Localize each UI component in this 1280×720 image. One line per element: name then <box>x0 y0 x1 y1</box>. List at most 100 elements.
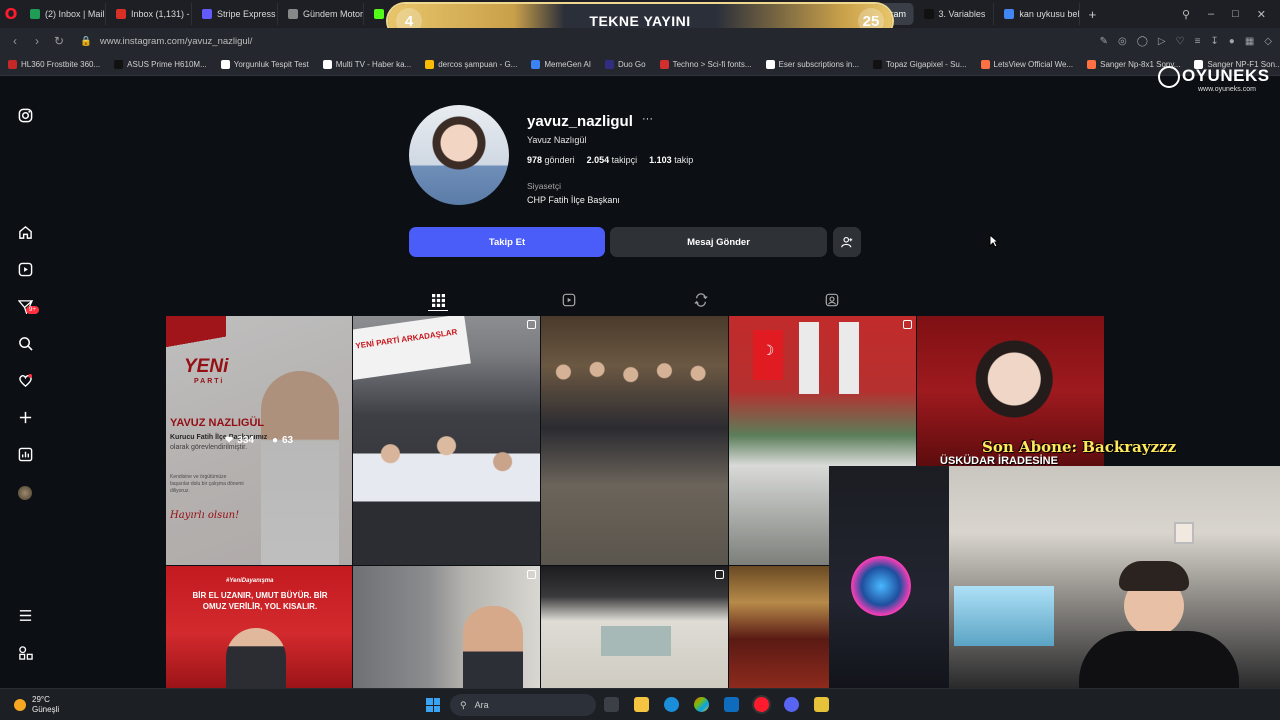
discord-icon[interactable] <box>784 697 799 712</box>
browser-tab[interactable]: Stripe Express <box>194 3 278 25</box>
create-plus-icon[interactable] <box>16 408 34 426</box>
bookmark-label: Techno > Sci-fi fonts... <box>672 60 752 69</box>
post-tile[interactable]: YENİ PARTİ ARKADAŞLAR <box>353 316 540 565</box>
task-view-icon[interactable] <box>604 697 619 712</box>
close-icon[interactable]: ✕ <box>1257 8 1266 21</box>
shield-icon[interactable]: ◯ <box>1137 36 1148 47</box>
tab-reposts-icon[interactable] <box>693 292 709 308</box>
posts-stat: 978 gönderi <box>527 155 575 165</box>
messages-badge: 9+ <box>26 306 39 314</box>
bookmark-item[interactable]: Techno > Sci-fi fonts... <box>659 60 752 69</box>
post-likes: ❤ 334 <box>224 435 254 446</box>
file-explorer-icon[interactable] <box>634 697 649 712</box>
bookmark-item[interactable]: ASUS Prime H610M... <box>114 60 207 69</box>
minimize-icon[interactable]: – <box>1208 8 1214 20</box>
download-icon[interactable]: ↧ <box>1210 36 1218 47</box>
url-field[interactable]: 🔒 www.instagram.com/yavuz_nazligul/ <box>80 36 252 47</box>
bookmark-label: Duo Go <box>618 60 646 69</box>
browser-tab[interactable]: Gündem Motoru <box>280 3 364 25</box>
taskbar-search[interactable]: ⚲ Ara <box>450 694 596 716</box>
weather-widget[interactable]: 29°C Güneşli <box>14 695 59 715</box>
play-icon[interactable]: ▷ <box>1158 36 1166 47</box>
browser-tab[interactable]: (2) Inbox | Mail | <box>22 3 106 25</box>
opera-menu-icon[interactable]: O <box>0 0 22 28</box>
bookmark-favicon-icon <box>1087 60 1097 69</box>
following-stat[interactable]: 1.103 takip <box>649 155 693 165</box>
browser-tab[interactable]: Inbox (1,131) - k <box>108 3 192 25</box>
reels-icon[interactable] <box>16 260 34 278</box>
bookmark-item[interactable]: dercos şampuan - G... <box>425 60 517 69</box>
search-icon: ⚲ <box>460 699 467 710</box>
more-menu-icon[interactable] <box>16 606 34 624</box>
profile-bio: CHP Fatih İlçe Başkanı <box>527 195 620 205</box>
last-subscriber-text: Son Abone: Backrayzzz <box>982 438 1177 456</box>
edge-icon[interactable] <box>664 697 679 712</box>
follow-button[interactable]: Takip Et <box>409 227 605 257</box>
reload-icon[interactable]: ↻ <box>48 34 70 48</box>
profile-icon[interactable]: ● <box>1229 36 1235 47</box>
tab-tagged-icon[interactable] <box>824 292 840 308</box>
back-icon[interactable]: ‹ <box>4 34 26 48</box>
bookmark-item[interactable]: Multi TV - Haber ka... <box>322 60 411 69</box>
followers-stat[interactable]: 2.054 takipçi <box>587 155 638 165</box>
post-tile[interactable] <box>541 566 728 688</box>
dashboard-icon[interactable] <box>16 445 34 463</box>
tab-label: (2) Inbox | Mail | <box>45 9 106 19</box>
new-tab-icon[interactable]: + <box>1080 7 1104 22</box>
bookmark-favicon-icon <box>531 60 541 69</box>
opera-taskbar-icon[interactable] <box>754 697 769 712</box>
copilot-icon[interactable] <box>694 697 709 712</box>
post-comments: ● 63 <box>271 435 294 446</box>
bookmark-label: LetsView Official We... <box>993 60 1074 69</box>
tab-posts-grid-icon[interactable] <box>430 292 446 308</box>
carousel-icon <box>903 320 912 329</box>
post-person <box>226 628 286 688</box>
browser-tab[interactable]: kan uykusu belg <box>996 3 1081 25</box>
bookmark-item[interactable]: Topaz Gigapixel - Su... <box>873 60 967 69</box>
search-icon[interactable] <box>16 334 34 352</box>
bookmark-item[interactable]: LetsView Official We... <box>980 60 1074 69</box>
tab-reels-icon[interactable] <box>561 292 577 308</box>
post-tile[interactable]: #YeniDayanışma BİR EL UZANIR, UMUT BÜYÜR… <box>166 566 352 688</box>
post-tile[interactable]: YENi PARTi YAVUZ NAZLIGÜL Kurucu Fatih İ… <box>166 316 352 565</box>
profile-category: Siyasetçi <box>527 181 562 191</box>
bookmarks-bar: HL360 Frostbite 360... ASUS Prime H610M..… <box>0 54 1280 76</box>
bookmark-item[interactable]: HL360 Frostbite 360... <box>8 60 100 69</box>
menu-icon[interactable]: ≡ <box>1195 36 1201 47</box>
ai-icon[interactable]: ◇ <box>1264 36 1272 47</box>
also-from-meta-icon[interactable] <box>16 643 34 661</box>
post-slogan: BİR EL UZANIR, UMUT BÜYÜR. BİR OMUZ VERİ… <box>192 591 328 611</box>
app-icon[interactable] <box>814 697 829 712</box>
url-text: www.instagram.com/yavuz_nazligul/ <box>99 35 253 47</box>
windows-start-icon[interactable] <box>426 698 440 712</box>
person-add-icon <box>841 236 853 248</box>
suggest-user-button[interactable] <box>833 227 861 257</box>
maximize-icon[interactable]: □ <box>1232 8 1239 20</box>
extensions-icon[interactable]: ▦ <box>1245 36 1254 47</box>
post-portrait <box>839 322 859 394</box>
message-button[interactable]: Mesaj Gönder <box>610 227 827 257</box>
store-icon[interactable] <box>724 697 739 712</box>
home-icon[interactable] <box>16 223 34 241</box>
post-tile[interactable] <box>353 566 540 688</box>
notifications-heart-icon[interactable] <box>16 371 34 389</box>
bookmark-item[interactable]: Duo Go <box>605 60 646 69</box>
instagram-logo-icon[interactable] <box>16 106 34 124</box>
post-ticker-text: ÜSKÜDAR İRADESİNE <box>940 455 1058 467</box>
profile-full-name: Yavuz Nazlıgül <box>527 135 587 145</box>
browser-tab[interactable]: 3. Variables <box>916 3 995 25</box>
bookmark-favicon-icon <box>980 60 990 69</box>
webcam-wall-frame <box>1174 522 1194 544</box>
search-tabs-icon[interactable]: ⚲ <box>1182 8 1190 21</box>
heart-icon[interactable]: ♡ <box>1176 36 1185 47</box>
post-tile[interactable] <box>541 316 728 565</box>
camera-icon[interactable]: ◎ <box>1118 36 1127 47</box>
bookmark-item[interactable]: Yorgunluk Tespit Test <box>220 60 309 69</box>
profile-avatar-icon[interactable] <box>16 484 34 502</box>
bookmark-item[interactable]: Eser subscriptions in... <box>765 60 859 69</box>
options-icon[interactable]: ··· <box>642 113 653 125</box>
edit-icon[interactable]: ✎ <box>1100 36 1108 47</box>
bookmark-item[interactable]: MemeGen AI <box>531 60 591 69</box>
profile-picture[interactable] <box>409 105 509 205</box>
forward-icon[interactable]: › <box>26 34 48 48</box>
